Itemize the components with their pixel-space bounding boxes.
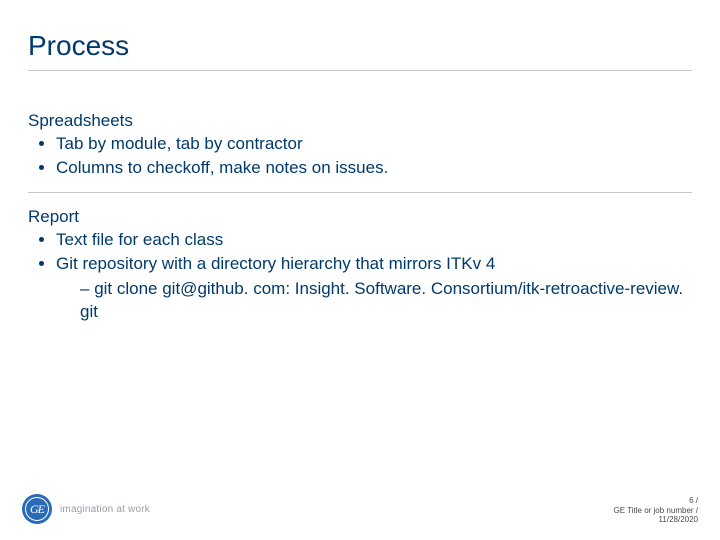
footer-date: 11/28/2020 [614, 515, 698, 524]
spreadsheets-list: Tab by module, tab by contractor Columns… [28, 133, 692, 180]
footer-page: 6 / [614, 496, 698, 505]
slide-title: Process [28, 30, 692, 62]
section-rule [28, 192, 692, 193]
footer-tagline: imagination at work [60, 504, 150, 515]
section-heading-spreadsheets: Spreadsheets [28, 111, 692, 131]
report-sublist: git clone git@github. com: Insight. Soft… [56, 278, 692, 324]
report-list: Text file for each class Git repository … [28, 229, 692, 324]
title-rule [28, 70, 692, 71]
list-item: Tab by module, tab by contractor [56, 133, 692, 156]
slide: Process Spreadsheets Tab by module, tab … [0, 0, 720, 540]
list-item-text: Git repository with a directory hierarch… [56, 254, 495, 273]
footer: GE imagination at work 6 / GE Title or j… [0, 482, 720, 530]
section-heading-report: Report [28, 207, 692, 227]
footer-left: GE imagination at work [22, 494, 150, 524]
list-item: Columns to checkoff, make notes on issue… [56, 157, 692, 180]
list-item: Git repository with a directory hierarch… [56, 253, 692, 324]
list-item: Text file for each class [56, 229, 692, 252]
sub-list-item: git clone git@github. com: Insight. Soft… [80, 278, 692, 324]
footer-right: 6 / GE Title or job number / 11/28/2020 [614, 496, 698, 524]
ge-logo-icon: GE [22, 494, 52, 524]
ge-logo-monogram: GE [22, 494, 52, 524]
footer-meta: GE Title or job number / [614, 506, 698, 515]
